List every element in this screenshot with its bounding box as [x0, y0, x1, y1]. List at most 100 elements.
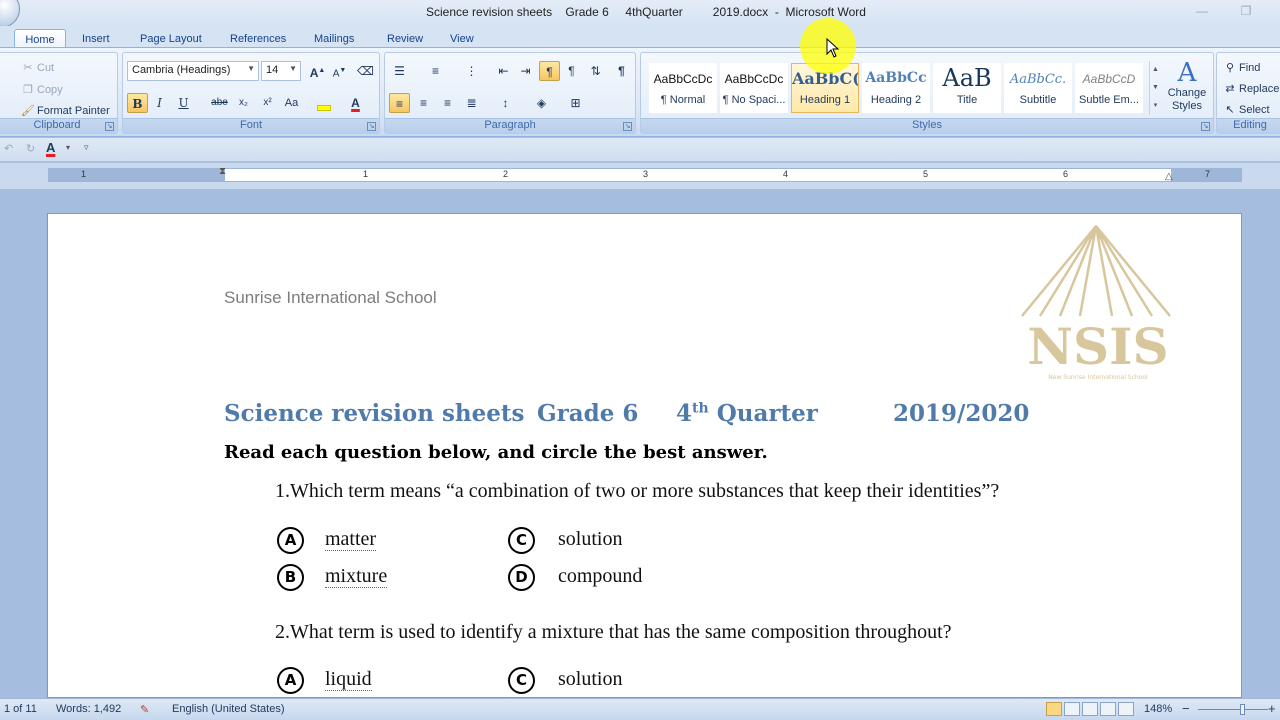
styles-group: AaBbCcDc ¶ Normal AaBbCcDc ¶ No Spaci...…	[640, 52, 1214, 134]
font-color-button[interactable]: A	[345, 93, 366, 113]
change-case-button[interactable]: Aa	[281, 93, 302, 113]
full-screen-reading-button[interactable]	[1064, 702, 1080, 716]
shrink-font-button[interactable]: A▼	[329, 61, 350, 81]
clear-formatting-button[interactable]: ⌫	[355, 61, 376, 81]
tab-mailings[interactable]: Mailings	[314, 29, 354, 48]
decrease-indent-button[interactable]: ⇤	[493, 61, 514, 81]
align-center-button[interactable]: ≡	[413, 93, 434, 113]
tab-insert[interactable]: Insert	[82, 29, 110, 48]
zoom-level[interactable]: 148%	[1144, 703, 1172, 715]
font-color-qat-icon[interactable]: A	[46, 140, 55, 155]
font-group: Cambria (Headings) ▼ 14 ▼ A▲ A▼ ⌫ B I U ab…	[122, 52, 380, 134]
draft-view-button[interactable]	[1118, 702, 1134, 716]
scissors-icon: ✂	[23, 62, 33, 74]
editing-group: ⚲ Find ⇄ Replace ↖ Select Editing	[1216, 52, 1280, 134]
left-to-right-button[interactable]: ¶	[539, 61, 560, 81]
paragraph-dialog-launcher[interactable]: ↘	[623, 122, 632, 131]
zoom-out-button[interactable]: −	[1182, 701, 1190, 716]
style-no-spacing[interactable]: AaBbCcDc ¶ No Spaci...	[720, 63, 788, 113]
strikethrough-button[interactable]: abe	[209, 93, 230, 113]
print-layout-view-button[interactable]	[1046, 702, 1062, 716]
borders-button[interactable]: ⊞	[565, 93, 586, 113]
language-indicator[interactable]: English (United States)	[172, 703, 285, 715]
superscript-button[interactable]: x²	[257, 93, 278, 113]
page-count[interactable]: 1 of 11	[4, 703, 37, 715]
right-to-left-button[interactable]: ¶	[561, 61, 582, 81]
zoom-slider-thumb[interactable]	[1240, 704, 1245, 715]
replace-button[interactable]: ⇄ Replace	[1221, 80, 1279, 100]
zoom-slider[interactable]	[1198, 709, 1268, 710]
restore-button[interactable]: ❐	[1236, 4, 1256, 20]
bullets-button[interactable]: ☰	[389, 61, 410, 81]
multilevel-list-button[interactable]: ⋮	[461, 61, 482, 81]
highlighter-icon	[316, 105, 331, 111]
tab-review[interactable]: Review	[387, 29, 423, 48]
outline-view-button[interactable]	[1100, 702, 1116, 716]
style-subtitle[interactable]: AaBbCc. Subtitle	[1004, 63, 1072, 113]
tab-page-layout[interactable]: Page Layout	[140, 29, 202, 48]
line-spacing-button[interactable]: ↕	[495, 93, 516, 113]
indent-marker-icon[interactable]: ⧗	[219, 166, 226, 177]
align-left-icon: ≡	[395, 97, 403, 111]
undo-icon[interactable]: ↶	[4, 142, 13, 155]
align-right-button[interactable]: ≡	[437, 93, 458, 113]
shading-button[interactable]: ◈	[531, 93, 552, 113]
redo-icon[interactable]: ↻	[26, 142, 35, 155]
highlight-color-button[interactable]	[313, 93, 334, 113]
styles-dialog-launcher[interactable]: ↘	[1201, 122, 1210, 131]
style-heading-2[interactable]: AaBbCc Heading 2	[862, 63, 930, 113]
customize-qat-icon[interactable]: ▿	[84, 142, 89, 153]
tab-home[interactable]: Home	[14, 29, 66, 48]
style-normal[interactable]: AaBbCcDc ¶ Normal	[649, 63, 717, 113]
copy-icon: ❐	[23, 84, 33, 96]
ruler-number: 2	[503, 169, 509, 179]
change-styles-icon: A	[1177, 58, 1197, 88]
clipboard-dialog-launcher[interactable]: ↘	[105, 122, 114, 131]
chevron-down-icon[interactable]: ▾	[66, 143, 70, 152]
tab-references[interactable]: References	[230, 29, 286, 48]
sort-button[interactable]: ⇅	[585, 61, 606, 81]
font-size-combo[interactable]: 14 ▼	[261, 61, 301, 81]
option-text: matter	[325, 528, 377, 551]
ribbon: ✂ Cut ❐ Copy 🖌 Format Painter Clipboard ↘ C…	[0, 47, 1280, 137]
grow-font-button[interactable]: A▲	[307, 61, 328, 81]
indent-icon: ⇥	[520, 64, 531, 78]
gallery-scroll[interactable]: ▲ ▼ ▾	[1149, 61, 1161, 115]
zoom-in-button[interactable]: +	[1268, 701, 1276, 716]
clipboard-group: ✂ Cut ❐ Copy 🖌 Format Painter Clipboard ↘	[0, 52, 118, 134]
right-indent-marker-icon[interactable]: △	[1165, 171, 1173, 182]
document-page[interactable]: Sunrise International School NSIS New Su…	[47, 213, 1242, 698]
increase-indent-button[interactable]: ⇥	[515, 61, 536, 81]
option-text: solution	[558, 668, 623, 690]
justify-button[interactable]: ≣	[461, 93, 482, 113]
option-letter-circle: D	[508, 564, 535, 591]
cut-button[interactable]: ✂ Cut	[19, 59, 54, 79]
ltr-icon: ¶	[546, 65, 553, 79]
minimize-button[interactable]: —	[1192, 4, 1212, 20]
style-title[interactable]: AaB Title	[933, 63, 1001, 113]
style-subtle-emphasis[interactable]: AaBbCcD Subtle Em...	[1075, 63, 1143, 113]
web-layout-button[interactable]	[1082, 702, 1098, 716]
font-dialog-launcher[interactable]: ↘	[367, 122, 376, 131]
font-family-combo[interactable]: Cambria (Headings) ▼	[127, 61, 259, 81]
copy-button[interactable]: ❐ Copy	[19, 81, 63, 101]
horizontal-ruler[interactable]: 1 1 2 3 4 5 6 7 ⧗ △	[48, 166, 1242, 182]
find-button[interactable]: ⚲ Find	[1221, 59, 1260, 79]
heading-grade: Grade 6	[537, 400, 639, 427]
underline-button[interactable]: U	[173, 93, 194, 113]
subscript-button[interactable]: x₂	[233, 93, 254, 113]
word-count[interactable]: Words: 1,492	[56, 703, 121, 715]
bold-button[interactable]: B	[127, 93, 148, 113]
proofing-icon[interactable]: ✎	[140, 703, 149, 716]
italic-button[interactable]: I	[149, 93, 170, 113]
numbering-button[interactable]: ≡	[425, 61, 446, 81]
ruler-number: 3	[643, 169, 649, 179]
option-letter-circle: C	[508, 527, 535, 554]
change-styles-button[interactable]: A Change Styles	[1165, 59, 1209, 113]
tab-view[interactable]: View	[450, 29, 474, 48]
show-formatting-button[interactable]: ¶	[611, 61, 632, 81]
ruler-number: 1	[81, 169, 87, 179]
align-left-button[interactable]: ≡	[389, 93, 410, 113]
office-button[interactable]	[0, 0, 20, 28]
clipboard-group-label: Clipboard	[0, 118, 117, 133]
